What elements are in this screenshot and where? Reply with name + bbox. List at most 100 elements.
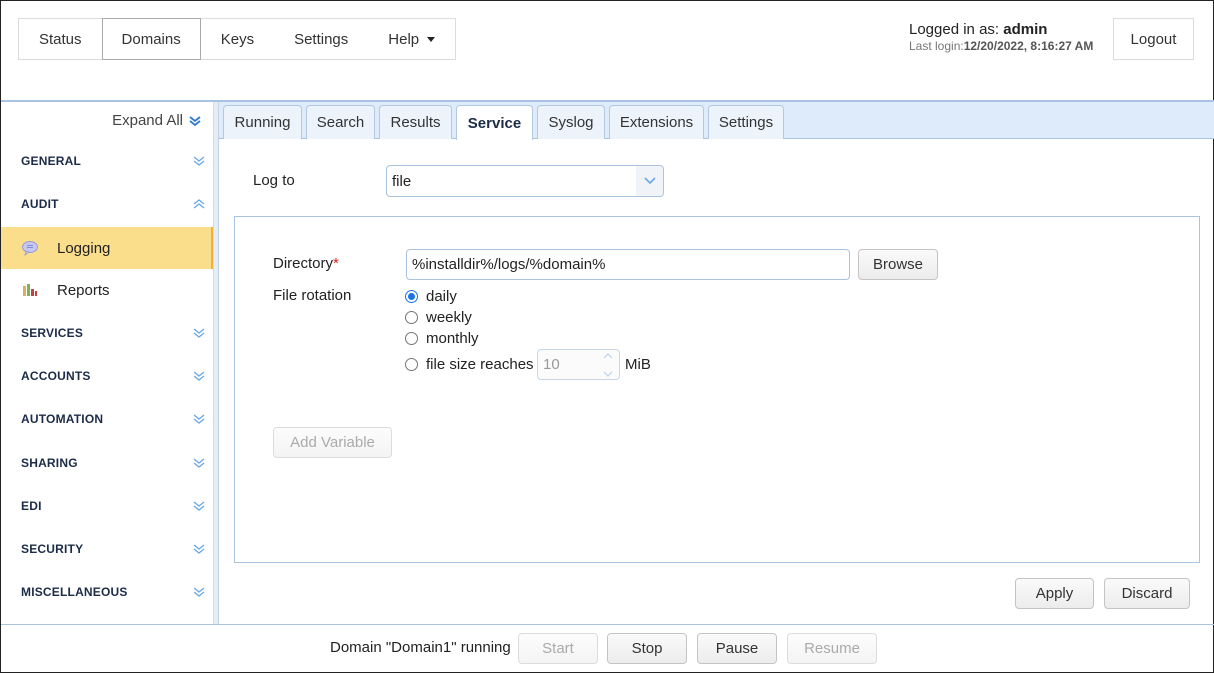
directory-input[interactable]: [406, 249, 850, 280]
resume-button[interactable]: Resume: [787, 633, 877, 664]
sidebar-item-reports[interactable]: Reports: [1, 269, 213, 311]
nav-help-label: Help: [388, 30, 420, 48]
expand-all-label: Expand All: [112, 112, 183, 129]
radio-button[interactable]: [405, 332, 418, 345]
section-title: ACCOUNTS: [21, 369, 91, 383]
logged-in-prefix: Logged in as:: [909, 21, 1004, 38]
nav-settings[interactable]: Settings: [274, 19, 368, 59]
tab-running[interactable]: Running: [223, 105, 302, 139]
pause-button[interactable]: Pause: [697, 633, 777, 664]
speech-bubble-icon: [22, 241, 38, 256]
stop-button[interactable]: Stop: [607, 633, 687, 664]
double-chevron-down-icon: [193, 587, 205, 597]
tab-search[interactable]: Search: [306, 105, 375, 139]
last-login-prefix: Last login:: [909, 38, 964, 53]
double-chevron-down-icon: [193, 328, 205, 338]
file-rotation-label: File rotation: [273, 287, 352, 304]
logged-in-as: Logged in as: admin: [909, 21, 1093, 39]
expand-all-button[interactable]: Expand All: [112, 112, 201, 129]
sidebar-section-sharing[interactable]: SHARING: [1, 448, 213, 478]
section-title: MISCELLANEOUS: [21, 585, 128, 599]
sidebar-item-label: Logging: [57, 239, 111, 257]
file-size-unit: MiB: [625, 356, 651, 373]
radio-button[interactable]: [405, 290, 418, 303]
double-chevron-down-icon: [193, 156, 205, 166]
file-size-stepper[interactable]: 10: [537, 349, 620, 380]
tab-label: Settings: [718, 114, 774, 131]
radio-button[interactable]: [405, 311, 418, 324]
tab-bar: Running Search Results Service Syslog Ex…: [219, 102, 1214, 140]
radio-label: monthly: [426, 330, 479, 347]
tab-label: Service: [467, 114, 522, 132]
rotation-file-size[interactable]: file size reaches: [405, 356, 534, 373]
rotation-monthly[interactable]: monthly: [405, 330, 479, 347]
nav-domains[interactable]: Domains: [101, 18, 201, 60]
section-title: SHARING: [21, 456, 78, 470]
tab-syslog[interactable]: Syslog: [537, 105, 605, 139]
sidebar-section-miscellaneous[interactable]: MISCELLANEOUS: [1, 577, 213, 607]
double-chevron-down-icon: [193, 371, 205, 381]
radio-button[interactable]: [405, 358, 418, 371]
nav-status[interactable]: Status: [19, 19, 102, 59]
tab-results[interactable]: Results: [379, 105, 452, 139]
rotation-daily[interactable]: daily: [405, 288, 457, 305]
double-chevron-down-icon: [189, 115, 201, 126]
chevron-down-icon[interactable]: [603, 371, 613, 377]
double-chevron-down-icon: [193, 544, 205, 554]
user-info: Logged in as: admin Last login:12/20/202…: [909, 21, 1094, 53]
domain-status: Domain "Domain1" running: [330, 639, 511, 656]
nav-keys-label: Keys: [220, 30, 255, 48]
chevron-up-icon[interactable]: [603, 353, 613, 359]
log-to-select[interactable]: file: [386, 165, 664, 197]
sidebar-section-edi[interactable]: EDI: [1, 491, 213, 521]
start-button[interactable]: Start: [518, 633, 598, 664]
apply-button[interactable]: Apply: [1015, 578, 1094, 609]
sidebar-section-general[interactable]: GENERAL: [1, 146, 213, 176]
log-to-label: Log to: [253, 172, 295, 189]
last-login-time: 12/20/2022, 8:16:27 AM: [963, 38, 1094, 53]
tab-label: Search: [316, 114, 365, 131]
discard-button[interactable]: Discard: [1104, 578, 1190, 609]
caret-down-icon: [427, 36, 436, 42]
section-title: AUTOMATION: [21, 412, 104, 426]
tab-label: Results: [390, 114, 441, 131]
section-title: SECURITY: [21, 542, 84, 556]
sidebar-section-automation[interactable]: AUTOMATION: [1, 404, 213, 434]
nav-settings-label: Settings: [294, 30, 349, 48]
sidebar: Expand All GENERAL AUDIT Logging Reports…: [1, 102, 213, 624]
logout-button[interactable]: Logout: [1113, 18, 1194, 60]
browse-button[interactable]: Browse: [858, 249, 938, 280]
sidebar-section-services[interactable]: SERVICES: [1, 318, 213, 348]
bar-chart-icon: [23, 284, 37, 296]
radio-label: weekly: [426, 309, 472, 326]
section-title: AUDIT: [21, 197, 59, 211]
chevron-down-icon: [636, 166, 663, 196]
spinner-arrows: [601, 353, 615, 377]
double-chevron-up-icon: [193, 199, 205, 209]
nav-domains-label: Domains: [121, 30, 181, 48]
sidebar-section-security[interactable]: SECURITY: [1, 534, 213, 564]
double-chevron-down-icon: [193, 414, 205, 424]
sidebar-item-logging[interactable]: Logging: [1, 227, 213, 269]
username: admin: [1003, 21, 1048, 38]
sidebar-section-audit[interactable]: AUDIT: [1, 189, 213, 219]
file-size-value: 10: [543, 356, 560, 373]
tab-service[interactable]: Service: [456, 105, 533, 140]
sidebar-splitter[interactable]: [213, 102, 219, 624]
section-title: SERVICES: [21, 326, 84, 340]
rotation-weekly[interactable]: weekly: [405, 309, 472, 326]
tab-extensions[interactable]: Extensions: [609, 105, 704, 139]
last-login: Last login:12/20/2022, 8:16:27 AM: [909, 38, 1094, 53]
nav-help[interactable]: Help: [368, 19, 455, 59]
tab-settings[interactable]: Settings: [708, 105, 784, 139]
nav-status-label: Status: [39, 30, 82, 48]
footer-divider: [1, 624, 1214, 625]
nav-keys[interactable]: Keys: [201, 19, 274, 59]
sidebar-section-accounts[interactable]: ACCOUNTS: [1, 361, 213, 391]
sidebar-item-label: Reports: [57, 281, 110, 299]
tab-label: Syslog: [548, 114, 594, 131]
double-chevron-down-icon: [193, 458, 205, 468]
directory-label-text: Directory: [273, 255, 334, 272]
top-navigation: Status Domains Keys Settings Help: [18, 18, 457, 60]
add-variable-button[interactable]: Add Variable: [273, 427, 392, 458]
